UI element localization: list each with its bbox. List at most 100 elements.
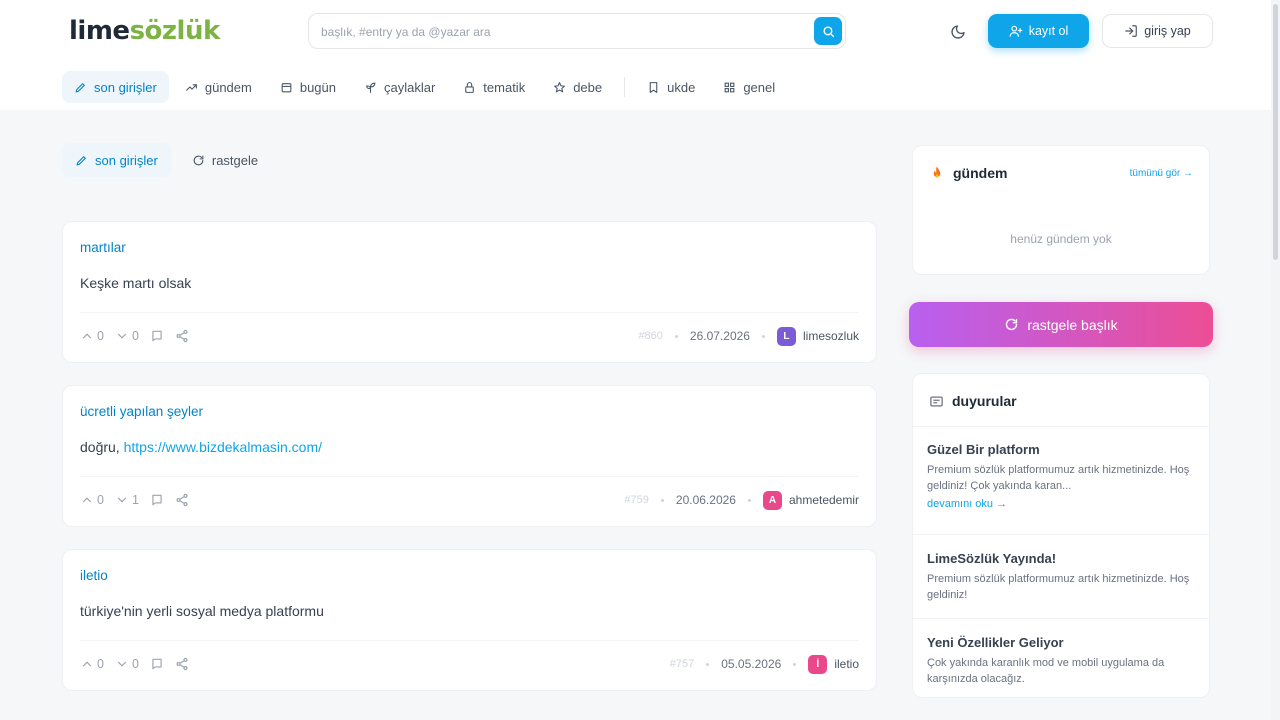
entry-author[interactable]: İ iletio bbox=[808, 654, 859, 674]
entry-id[interactable]: #757 bbox=[670, 658, 694, 670]
announcements-title: duyurular bbox=[952, 393, 1017, 409]
entry-body: doğru, https://www.bizdekalmasin.com/ bbox=[80, 439, 322, 455]
announcement-read-more-link[interactable]: devamını oku → bbox=[927, 498, 1195, 510]
logo-text-lime: lime bbox=[69, 16, 130, 46]
gundem-see-all-link[interactable]: tümünü gör → bbox=[1130, 168, 1193, 179]
entry-id[interactable]: #759 bbox=[624, 494, 648, 506]
comment-button[interactable] bbox=[150, 493, 164, 507]
page-scrollbar[interactable] bbox=[1271, 0, 1280, 720]
comment-icon bbox=[152, 494, 162, 506]
gundem-card-header: gündem tümünü gör → bbox=[929, 162, 1193, 184]
announcement-text: Çok yakında karanlık mod ve mobil uygula… bbox=[927, 657, 1165, 685]
scrollbar-thumb[interactable] bbox=[1273, 4, 1278, 260]
site-logo[interactable]: limesözlük bbox=[69, 16, 220, 46]
entry-author[interactable]: L limesozluk bbox=[776, 326, 859, 346]
tab-rastgele[interactable]: rastgele bbox=[179, 143, 271, 177]
gundem-card: gündem tümünü gör → henüz gündem yok bbox=[912, 145, 1210, 275]
login-button[interactable]: giriş yap bbox=[1102, 14, 1213, 48]
meta-dot bbox=[674, 334, 678, 338]
chevron-down-icon bbox=[117, 661, 127, 667]
announcement-item[interactable]: LimeSözlük Yayında! Premium sözlük platf… bbox=[927, 551, 1195, 603]
avatar: L bbox=[776, 326, 796, 346]
upvote-button[interactable]: 0 bbox=[80, 657, 104, 671]
top-header: limesözlük kayıt ol giriş yap son girişl… bbox=[0, 0, 1280, 110]
theme-toggle-button[interactable] bbox=[948, 22, 968, 42]
nav-divider bbox=[624, 77, 626, 97]
entry-footer: 0 0 #860 26.07.2026 L limesozluk bbox=[80, 324, 859, 348]
pencil-icon bbox=[75, 82, 86, 93]
upvote-button[interactable]: 0 bbox=[80, 329, 104, 343]
meta-dot bbox=[747, 498, 751, 502]
meta-dot bbox=[793, 662, 797, 666]
entry-title-link[interactable]: iletio bbox=[80, 568, 108, 583]
share-button[interactable] bbox=[175, 657, 189, 671]
random-title-button[interactable]: rastgele başlık bbox=[909, 302, 1213, 347]
pencil-icon bbox=[76, 155, 87, 166]
entry-date: 05.05.2026 bbox=[721, 657, 782, 671]
gundem-card-title: gündem bbox=[953, 165, 1008, 181]
nav-item-caylaklar[interactable]: çaylaklar bbox=[352, 71, 447, 103]
nav-item-ukde[interactable]: ukde bbox=[635, 71, 707, 103]
nav-item-tematik[interactable]: tematik bbox=[451, 71, 537, 103]
entry-divider bbox=[80, 312, 859, 313]
search-input[interactable] bbox=[321, 22, 801, 42]
announcement-item[interactable]: Güzel Bir platform Premium sözlük platfo… bbox=[927, 442, 1195, 510]
downvote-button[interactable]: 1 bbox=[115, 493, 139, 507]
upvote-count: 0 bbox=[97, 657, 104, 671]
search-button[interactable] bbox=[814, 17, 842, 45]
entry-card: martılar Keşke martı olsak 0 0 #860 26.0… bbox=[62, 221, 877, 363]
avatar: İ bbox=[808, 654, 828, 674]
downvote-button[interactable]: 0 bbox=[115, 657, 139, 671]
comment-icon bbox=[152, 330, 162, 342]
entry-author[interactable]: A ahmetedemir bbox=[762, 490, 859, 510]
nav-item-gundem[interactable]: gündem bbox=[173, 71, 264, 103]
search-box bbox=[308, 13, 846, 49]
share-button[interactable] bbox=[175, 329, 189, 343]
main-nav: son girişler gündem bugün çaylaklar tema… bbox=[62, 71, 791, 103]
search-icon bbox=[822, 25, 834, 37]
share-icon bbox=[176, 657, 188, 671]
nav-label: bugün bbox=[299, 79, 336, 95]
entry-footer: 0 1 #759 20.06.2026 A ahmetedemir bbox=[80, 488, 859, 512]
chevron-up-icon bbox=[82, 661, 92, 667]
meta-dot bbox=[761, 334, 765, 338]
tab-label: rastgele bbox=[211, 152, 259, 168]
announcement-text: Premium sözlük platformumuz artık hizmet… bbox=[927, 464, 1190, 492]
entry-external-link[interactable]: https://www.bizdekalmasin.com/ bbox=[124, 439, 322, 455]
star-icon bbox=[554, 81, 566, 92]
register-button[interactable]: kayıt ol bbox=[988, 14, 1089, 48]
nav-item-genel[interactable]: genel bbox=[711, 71, 787, 103]
comment-button[interactable] bbox=[150, 329, 164, 343]
announcement-title: Güzel Bir platform bbox=[927, 442, 1040, 457]
entry-date: 26.07.2026 bbox=[689, 329, 750, 343]
entry-divider bbox=[80, 640, 859, 641]
author-name: iletio bbox=[834, 657, 859, 671]
entry-id[interactable]: #860 bbox=[638, 330, 662, 342]
announcement-text: Premium sözlük platformumuz artık hizmet… bbox=[927, 573, 1190, 601]
nav-label: ukde bbox=[667, 79, 696, 95]
tab-son-girisler[interactable]: son girişler bbox=[62, 143, 171, 177]
nav-item-debe[interactable]: debe bbox=[541, 71, 614, 103]
user-plus-icon bbox=[1009, 25, 1023, 37]
share-icon bbox=[176, 329, 188, 343]
downvote-button[interactable]: 0 bbox=[115, 329, 139, 343]
share-button[interactable] bbox=[175, 493, 189, 507]
entry-title-link[interactable]: martılar bbox=[80, 240, 126, 255]
moon-icon bbox=[951, 25, 965, 39]
downvote-count: 0 bbox=[131, 329, 139, 343]
upvote-button[interactable]: 0 bbox=[80, 493, 104, 507]
nav-label: debe bbox=[573, 79, 603, 95]
nav-label: tematik bbox=[483, 79, 526, 95]
trending-icon bbox=[185, 83, 197, 91]
entry-title-link[interactable]: ücretli yapılan şeyler bbox=[80, 404, 203, 419]
announcement-item[interactable]: Yeni Özellikler Geliyor Çok yakında kara… bbox=[927, 635, 1195, 687]
entry-body: Keşke martı olsak bbox=[80, 275, 191, 291]
comment-button[interactable] bbox=[150, 657, 164, 671]
nav-item-bugun[interactable]: bugün bbox=[268, 71, 348, 103]
entry-meta: #757 05.05.2026 İ iletio bbox=[670, 654, 859, 674]
nav-item-son-girisler[interactable]: son girişler bbox=[62, 71, 169, 103]
random-title-label: rastgele başlık bbox=[1027, 316, 1118, 333]
meta-dot bbox=[706, 662, 710, 666]
fire-icon bbox=[933, 166, 941, 178]
feed-tabs: son girişler rastgele bbox=[62, 143, 271, 177]
